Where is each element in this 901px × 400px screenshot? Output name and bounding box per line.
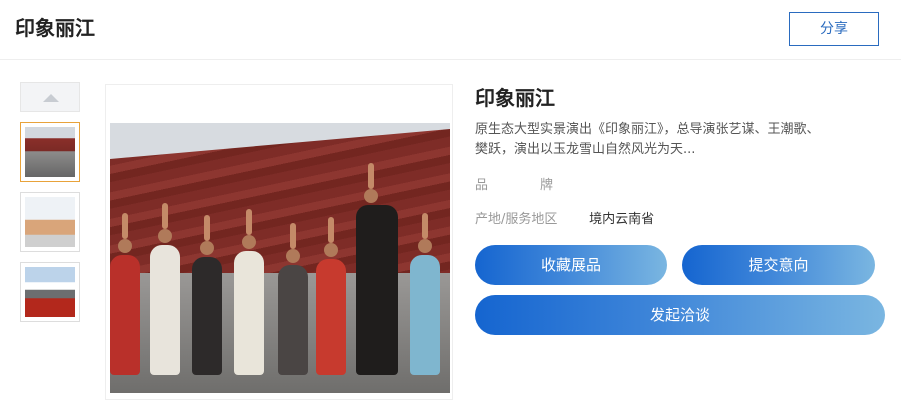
attribute-label: 产地/服务地区 (475, 212, 558, 227)
dancer-figure (234, 209, 264, 375)
page-title: 印象丽江 (15, 16, 95, 40)
main-image-frame (105, 84, 453, 400)
negotiate-button[interactable]: 发起洽谈 (475, 295, 885, 335)
thumbnail-image (25, 197, 75, 247)
page-header: 印象丽江 分享 (0, 0, 901, 60)
dancer-figure (410, 213, 440, 375)
thumbnail-3[interactable] (20, 262, 80, 322)
dancer-figure (110, 213, 140, 375)
dancer-figure (278, 223, 308, 375)
dancer-figure (192, 215, 222, 375)
dancer-figure (150, 203, 180, 375)
dancer-figure (356, 163, 398, 375)
attribute-value: 境内云南省 (589, 212, 655, 227)
share-button[interactable]: 分享 (789, 12, 879, 46)
attribute-brand: 品 牌 (475, 174, 585, 193)
scroll-up-arrow-icon[interactable] (20, 82, 80, 112)
thumbnail-2[interactable] (20, 192, 80, 252)
dancer-figure (316, 217, 346, 375)
product-title: 印象丽江 (475, 86, 555, 110)
attribute-origin: 产地/服务地区 境内云南省 (475, 208, 654, 227)
favorite-button[interactable]: 收藏展品 (475, 245, 667, 285)
thumbnail-image (25, 127, 75, 177)
attribute-label: 品 牌 (475, 178, 554, 193)
product-description: 原生态大型实景演出《印象丽江》，总导演张艺谋、王潮歌、 樊跃，演出以玉龙雪山自然… (475, 122, 820, 157)
main-image (110, 123, 450, 393)
submit-intent-button[interactable]: 提交意向 (682, 245, 875, 285)
thumbnail-image (25, 267, 75, 317)
product-info: 印象丽江 原生态大型实景演出《印象丽江》，总导演张艺谋、王潮歌、 樊跃，演出以玉… (475, 84, 885, 335)
thumbnail-1[interactable] (20, 122, 80, 182)
